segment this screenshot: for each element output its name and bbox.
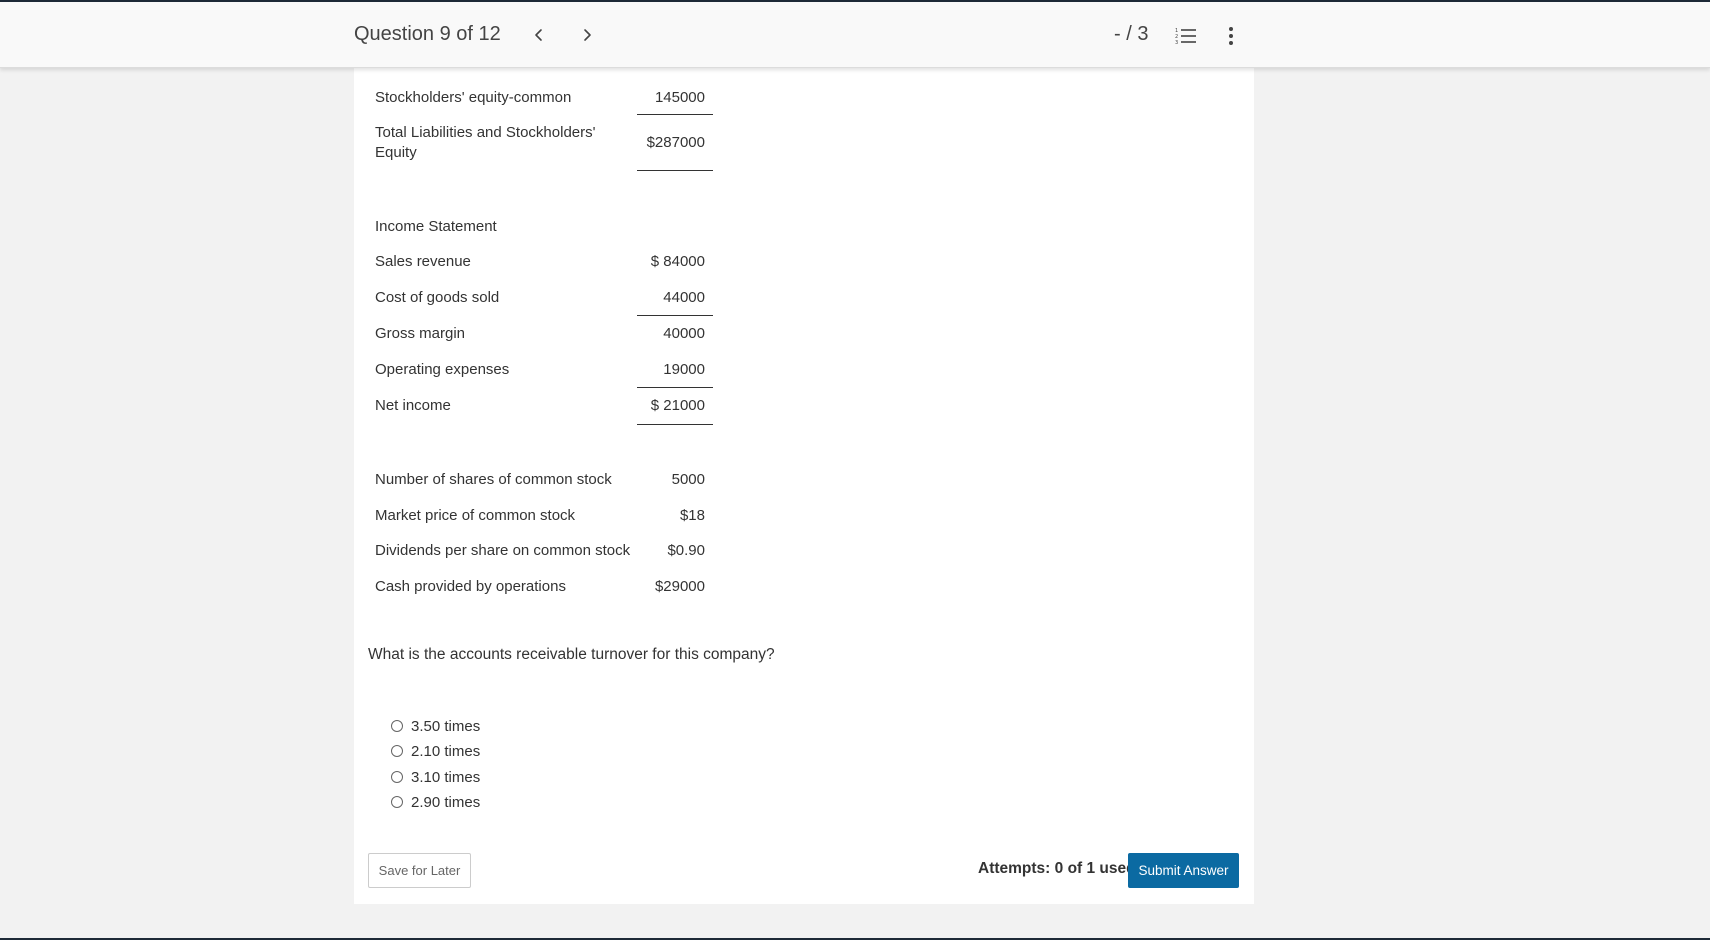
radio-button[interactable] xyxy=(391,796,403,808)
data-label: Number of shares of common stock xyxy=(375,471,612,488)
data-value: 5000 xyxy=(671,471,705,488)
underline xyxy=(637,387,713,388)
next-question-button[interactable] xyxy=(574,22,600,48)
income-statement-heading: Income Statement xyxy=(375,218,497,235)
vertical-ellipsis-icon xyxy=(1229,27,1233,45)
svg-text:3: 3 xyxy=(1175,40,1178,46)
question-text: What is the accounts receivable turnover… xyxy=(368,646,775,663)
score-display: - / 3 xyxy=(1114,23,1149,45)
income-label: Cost of goods sold xyxy=(375,289,500,306)
data-label: Dividends per share on common stock xyxy=(375,542,631,559)
underline xyxy=(637,170,713,171)
attempts-counter: Attempts: 0 of 1 used xyxy=(978,860,1136,877)
question-header: Question 9 of 12 - / 3 1 2 3 xyxy=(0,2,1710,68)
chevron-right-icon xyxy=(584,29,591,41)
question-list-button[interactable]: 1 2 3 xyxy=(1174,24,1198,48)
numbered-list-icon: 1 2 3 xyxy=(1175,28,1196,46)
previous-question-button[interactable] xyxy=(526,22,552,48)
option-label: 2.90 times xyxy=(411,793,481,811)
balance-value: 145000 xyxy=(654,89,705,106)
underline xyxy=(637,114,713,115)
underline xyxy=(637,424,713,425)
balance-label: Stockholders' equity-common xyxy=(375,89,572,106)
income-label: Net income xyxy=(375,397,451,414)
income-label: Gross margin xyxy=(375,325,466,342)
income-value: 40000 xyxy=(663,325,705,342)
income-value: 44000 xyxy=(663,289,705,306)
underline xyxy=(637,315,713,316)
answer-option[interactable]: 3.10 times xyxy=(391,767,480,787)
income-label: Sales revenue xyxy=(375,253,471,270)
question-counter: Question 9 of 12 xyxy=(354,23,501,45)
balance-value: $287000 xyxy=(646,134,705,151)
option-label: 3.10 times xyxy=(411,768,481,786)
balance-label: Equity xyxy=(375,144,417,161)
answer-option[interactable]: 2.10 times xyxy=(391,741,480,761)
more-options-button[interactable] xyxy=(1222,24,1240,48)
save-for-later-button[interactable]: Save for Later xyxy=(368,853,471,888)
income-value: $ 21000 xyxy=(650,397,705,414)
data-value: $0.90 xyxy=(667,542,705,559)
data-value: $29000 xyxy=(654,578,705,595)
radio-button[interactable] xyxy=(391,771,403,783)
answer-option[interactable]: 2.90 times xyxy=(391,792,480,812)
income-value: $ 84000 xyxy=(650,253,705,270)
chevron-left-icon xyxy=(535,29,542,41)
option-label: 3.50 times xyxy=(411,717,481,735)
option-label: 2.10 times xyxy=(411,742,481,760)
answer-option[interactable]: 3.50 times xyxy=(391,716,480,736)
data-value: $18 xyxy=(679,507,705,524)
submit-answer-button[interactable]: Submit Answer xyxy=(1128,853,1239,888)
income-label: Operating expenses xyxy=(375,361,510,378)
radio-button[interactable] xyxy=(391,720,403,732)
data-label: Cash provided by operations xyxy=(375,578,566,595)
data-label: Market price of common stock xyxy=(375,507,576,524)
income-value: 19000 xyxy=(663,361,705,378)
balance-label: Total Liabilities and Stockholders' xyxy=(375,124,596,141)
radio-button[interactable] xyxy=(391,745,403,757)
